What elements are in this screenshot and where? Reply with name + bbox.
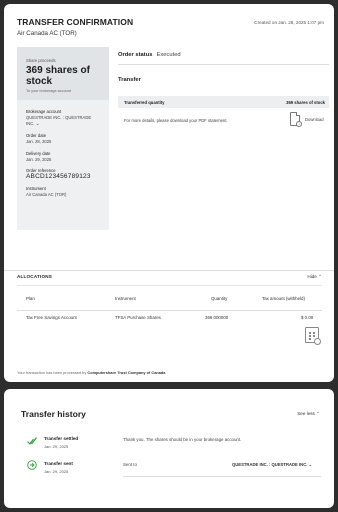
see-less-label: See less xyxy=(297,411,315,416)
summary-panel: Share proceeds 369 shares of stock To yo… xyxy=(17,47,109,230)
event-sent-to-account[interactable]: QUESTRADE INC. : QUESTRADE INC. ⌄ xyxy=(232,462,312,467)
created-timestamp: Created on Jan. 28, 2025 1:07 pm xyxy=(254,20,324,25)
pdf-statement-text: For more details, please download your P… xyxy=(124,118,228,123)
transfer-heading: Transfer xyxy=(118,77,141,83)
summary-header: Share proceeds 369 shares of stock To yo… xyxy=(17,47,109,100)
transferred-quantity-label: Transferred quantity xyxy=(124,100,165,105)
history-title: Transfer history xyxy=(21,409,86,419)
transfer-confirmation-card: TRANSFER CONFIRMATION Air Canada AC (TOR… xyxy=(4,4,334,382)
order-status-value: Executed xyxy=(156,52,181,58)
event-date-sent: Jan. 29, 2025 xyxy=(44,469,69,474)
processed-text: Your transaction has been processed by xyxy=(17,370,87,375)
brokerage-account-field: Brokerage account QUESTRADE INC. : QUEST… xyxy=(26,109,100,127)
instrument-subtitle: Air Canada AC (TOR) xyxy=(17,30,77,37)
chevron-up-icon: ⌃ xyxy=(316,411,320,416)
order-status-label: Order status xyxy=(118,52,153,58)
proceeds-value: 369 shares of stock xyxy=(26,65,90,87)
event-sent-to-label: Sent to xyxy=(123,462,137,467)
order-date-label: Order date xyxy=(26,133,47,138)
brokerage-account-label: Brokerage account xyxy=(26,109,62,114)
table-header-divider xyxy=(17,310,322,311)
table-cell-quantity: 369.000000 xyxy=(205,315,229,320)
event-title-sent: Transfer sent xyxy=(44,461,73,466)
allocations-heading: ALLOCATIONS xyxy=(17,274,53,279)
event-title-settled: Transfer settled xyxy=(44,436,79,441)
transfer-history-card: Transfer history See less ⌃ Transfer set… xyxy=(4,389,334,508)
order-date-field: Order date Jan. 28, 2025 xyxy=(26,133,100,145)
column-header-instrument: Instrument xyxy=(115,296,136,301)
download-icon: ↓ xyxy=(296,121,302,127)
chevron-down-icon[interactable]: ⌄ xyxy=(36,121,40,128)
divider xyxy=(118,64,329,65)
processor-company: Computershare Trust Company of Canada xyxy=(87,370,166,375)
column-header-tax-amount: Tax amount (withheld) xyxy=(262,296,305,301)
order-status: Order status Executed xyxy=(118,52,181,58)
order-reference-field: Order reference ABCD123456789123 xyxy=(26,168,100,180)
sent-arrow-icon xyxy=(27,460,37,470)
event-message-settled: Thank you. The shares should be in your … xyxy=(123,437,242,442)
download-button[interactable]: ↓ Download xyxy=(290,112,324,130)
proceeds-hint: To your brokerage account xyxy=(26,89,71,93)
divider xyxy=(123,476,321,477)
proceeds-label: Share proceeds xyxy=(26,58,56,63)
delivery-date-field: Delivery date Jan. 29, 2025 xyxy=(26,151,100,163)
hide-toggle-label: Hide xyxy=(307,274,317,279)
event-date-settled: Jan. 29, 2025 xyxy=(44,444,69,449)
instrument-field: Instrument Air Canada AC (TOR) xyxy=(26,186,100,198)
transferred-quantity-row: Transferred quantity 369 shares of stock xyxy=(118,96,329,108)
page-title: TRANSFER CONFIRMATION xyxy=(17,17,134,27)
tax-calculator-icon[interactable] xyxy=(305,327,321,345)
table-cell-instrument: TFSA Purchase Shares xyxy=(115,315,161,320)
delivery-date-value: Jan. 29, 2025 xyxy=(26,156,52,162)
chevron-up-icon: ⌃ xyxy=(318,274,322,279)
sent-to-account-text: QUESTRADE INC. : QUESTRADE INC. xyxy=(232,462,308,467)
column-header-quantity: Quantity xyxy=(211,296,228,301)
transferred-quantity-value: 369 shares of stock xyxy=(286,100,325,105)
chevron-down-icon: ⌄ xyxy=(308,462,313,467)
see-less-toggle[interactable]: See less ⌃ xyxy=(297,411,320,417)
download-label: Download xyxy=(305,117,324,122)
settled-check-icon xyxy=(27,437,37,445)
table-cell-plan: Tax Free Savings Account xyxy=(26,315,77,320)
brokerage-account-value[interactable]: QUESTRADE INC. : QUESTRADE INC. ⌄ xyxy=(26,115,100,127)
hide-allocations-toggle[interactable]: Hide ⌃ xyxy=(307,274,322,280)
processed-by-note: Your transaction has been processed by C… xyxy=(17,370,165,375)
instrument-label: Instrument xyxy=(26,185,46,191)
table-cell-tax-amount: $ 0.00 xyxy=(301,315,314,320)
column-header-plan: Plan xyxy=(26,296,35,301)
order-date-value: Jan. 28, 2025 xyxy=(26,139,52,144)
instrument-value: Air Canada AC (TOR) xyxy=(26,191,67,197)
divider xyxy=(4,270,334,271)
divider xyxy=(17,285,322,286)
delivery-date-label: Delivery date xyxy=(26,150,51,156)
order-reference-value: ABCD123456789123 xyxy=(26,173,91,180)
